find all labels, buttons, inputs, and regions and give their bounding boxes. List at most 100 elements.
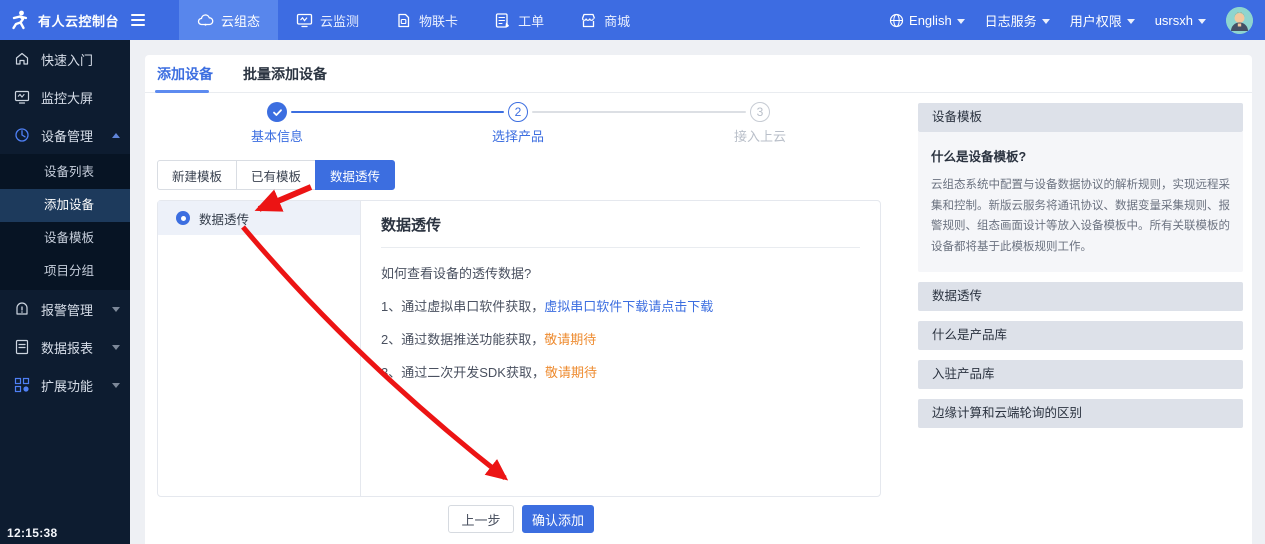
segment-new-template[interactable]: 新建模板 — [157, 160, 237, 190]
sim-card-icon — [395, 12, 412, 29]
chevron-down-icon — [1127, 19, 1135, 24]
coming-soon-label: 敬请期待 — [544, 332, 596, 347]
sidebar-subitem-device-template[interactable]: 设备模板 — [0, 222, 130, 255]
monitor-icon — [296, 12, 313, 29]
topnav-cloud-scada[interactable]: 云组态 — [179, 0, 278, 40]
chevron-down-icon — [112, 383, 120, 388]
avatar-image — [1226, 7, 1253, 34]
avatar[interactable] — [1226, 7, 1253, 34]
topnav-label: 商城 — [604, 11, 630, 30]
alarm-icon — [14, 301, 30, 317]
help-section-data-passthrough[interactable]: 数据透传 — [918, 282, 1243, 311]
help-panel: 设备模板 什么是设备模板? 云组态系统中配置与设备数据协议的解析规则，实现远程采… — [918, 103, 1243, 428]
user-permission-menu[interactable]: 用户权限 — [1070, 11, 1135, 30]
sidebar-item-device-management[interactable]: 设备管理 — [0, 116, 130, 154]
chevron-up-icon — [112, 133, 120, 138]
step-line-done — [291, 111, 504, 113]
sidebar-subitem-add-device[interactable]: 添加设备 — [0, 189, 130, 222]
detail-question: 如何查看设备的透传数据? — [381, 263, 860, 282]
top-navigation: 云组态 云监测 物联卡 工单 商城 — [179, 0, 648, 40]
segment-existing-template[interactable]: 已有模板 — [236, 160, 316, 190]
check-icon — [272, 107, 283, 118]
menu-collapse-icon[interactable] — [131, 14, 145, 26]
main-content-card: 添加设备 批量添加设备 2 3 基本信息 选择产品 接入上云 新建模板 已有模板… — [145, 55, 1252, 544]
help-question: 什么是设备模板? — [931, 146, 1230, 165]
passthrough-detail: 数据透传 如何查看设备的透传数据? 1、通过虚拟串口软件获取，虚拟串口软件下载请… — [361, 201, 880, 496]
detail-item-1: 1、通过虚拟串口软件获取，虚拟串口软件下载请点击下载 — [381, 296, 860, 315]
device-management-submenu: 设备列表 添加设备 设备模板 项目分组 — [0, 154, 130, 290]
help-section-device-template[interactable]: 设备模板 — [918, 103, 1243, 132]
segment-data-passthrough[interactable]: 数据透传 — [315, 160, 395, 190]
sidebar-item-label: 设备管理 — [41, 126, 101, 145]
language-selector[interactable]: English — [889, 13, 965, 28]
sidebar-item-data-report[interactable]: 数据报表 — [0, 328, 130, 366]
topnav-work-order[interactable]: 工单 — [476, 0, 562, 40]
chevron-down-icon — [112, 307, 120, 312]
previous-step-button[interactable]: 上一步 — [448, 505, 514, 533]
chevron-down-icon — [1042, 19, 1050, 24]
detail-item-text: 1、通过虚拟串口软件获取， — [381, 299, 544, 314]
option-label: 数据透传 — [199, 209, 249, 228]
sidebar-item-label: 报警管理 — [41, 300, 101, 319]
download-link[interactable]: 虚拟串口软件下载请点击下载 — [544, 299, 713, 314]
option-list: 数据透传 — [158, 201, 361, 496]
username-label: usrsxh — [1155, 13, 1193, 28]
username-menu[interactable]: usrsxh — [1155, 13, 1206, 28]
language-label: English — [909, 13, 952, 28]
step-line-pending — [532, 111, 746, 113]
app-title: 有人云控制台 — [38, 11, 119, 30]
sidebar-item-extensions[interactable]: 扩展功能 — [0, 366, 130, 404]
step-2-label: 选择产品 — [473, 126, 563, 145]
step-1-circle — [267, 102, 287, 122]
sidebar-subitem-project-group[interactable]: 项目分组 — [0, 255, 130, 288]
chevron-down-icon — [1198, 19, 1206, 24]
sidebar-item-label: 扩展功能 — [41, 376, 101, 395]
cloud-icon — [197, 12, 214, 29]
store-icon — [580, 12, 597, 29]
globe-icon — [889, 13, 904, 28]
user-permission-label: 用户权限 — [1070, 11, 1122, 30]
tab-batch-add-device[interactable]: 批量添加设备 — [243, 64, 327, 84]
topnav-label: 物联卡 — [419, 11, 458, 30]
help-answer-text: 云组态系统中配置与设备数据协议的解析规则，实现远程采集和控制。新版云服务将通讯协… — [931, 175, 1230, 258]
work-order-icon — [494, 12, 511, 29]
device-gauge-icon — [14, 127, 30, 143]
system-clock: 12:15:38 — [7, 526, 57, 540]
sidebar-item-label: 快速入门 — [41, 50, 93, 69]
home-icon — [14, 51, 30, 67]
detail-item-2: 2、通过数据推送功能获取，敬请期待 — [381, 329, 860, 348]
detail-item-3: 3、通过二次开发SDK获取，敬请期待 — [381, 362, 860, 381]
detail-title: 数据透传 — [381, 214, 860, 248]
sidebar-subitem-device-list[interactable]: 设备列表 — [0, 156, 130, 189]
report-icon — [14, 339, 30, 355]
help-section-edge-vs-cloud-polling[interactable]: 边缘计算和云端轮询的区别 — [918, 399, 1243, 428]
step-3-label: 接入上云 — [715, 126, 805, 145]
help-section-body: 什么是设备模板? 云组态系统中配置与设备数据协议的解析规则，实现远程采集和控制。… — [918, 132, 1243, 272]
radio-selected-icon[interactable] — [176, 211, 190, 225]
sidebar: 快速入门 监控大屏 设备管理 设备列表 添加设备 设备模板 项目分组 报警管理 … — [0, 40, 130, 544]
help-section-join-product-library[interactable]: 入驻产品库 — [918, 360, 1243, 389]
detail-item-text: 2、通过数据推送功能获取， — [381, 332, 544, 347]
topnav-iot-card[interactable]: 物联卡 — [377, 0, 476, 40]
topnav-mall[interactable]: 商城 — [562, 0, 648, 40]
page-tabs: 添加设备 批量添加设备 — [145, 55, 1252, 93]
topnav-label: 云监测 — [320, 11, 359, 30]
sidebar-item-alarm-management[interactable]: 报警管理 — [0, 290, 130, 328]
template-type-switch: 新建模板 已有模板 数据透传 — [157, 160, 395, 190]
coming-soon-label: 敬请期待 — [545, 365, 597, 380]
confirm-add-button[interactable]: 确认添加 — [522, 505, 594, 533]
sidebar-item-monitor-screen[interactable]: 监控大屏 — [0, 78, 130, 116]
active-tab-underline — [155, 90, 209, 93]
option-data-passthrough[interactable]: 数据透传 — [158, 201, 360, 235]
detail-item-text: 3、通过二次开发SDK获取， — [381, 365, 545, 380]
topnav-cloud-monitor[interactable]: 云监测 — [278, 0, 377, 40]
sidebar-item-quick-start[interactable]: 快速入门 — [0, 40, 130, 78]
topnav-label: 云组态 — [221, 11, 260, 30]
log-service-menu[interactable]: 日志服务 — [985, 11, 1050, 30]
tab-add-device[interactable]: 添加设备 — [157, 64, 213, 84]
sidebar-item-label: 监控大屏 — [41, 88, 93, 107]
usr-logo-icon — [8, 9, 30, 31]
logo-area: 有人云控制台 — [0, 9, 155, 31]
header-right-menus: English 日志服务 用户权限 usrsxh — [889, 7, 1265, 34]
help-section-what-is-product-library[interactable]: 什么是产品库 — [918, 321, 1243, 350]
